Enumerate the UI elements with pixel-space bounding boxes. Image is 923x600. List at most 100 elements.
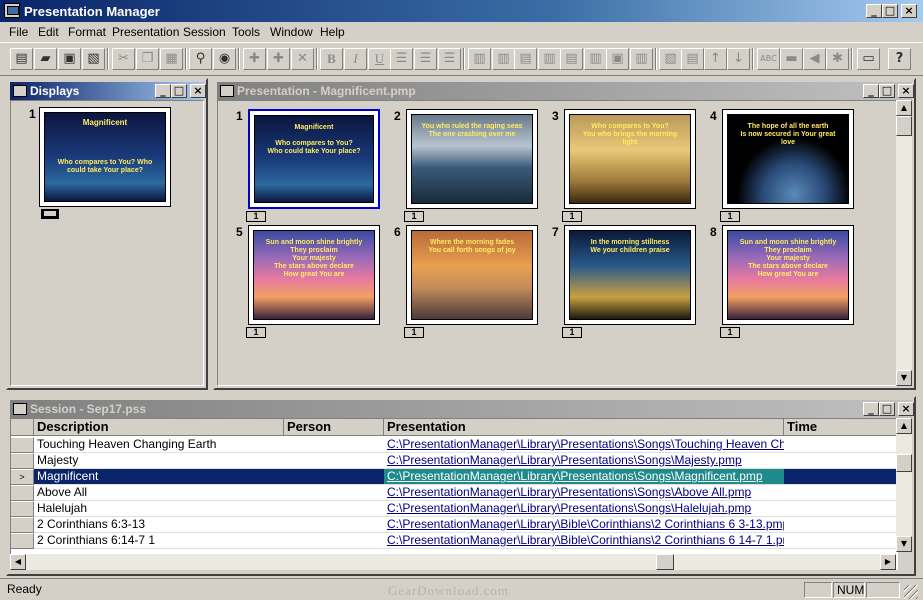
cell-presentation-link[interactable]: C:\PresentationManager\Library\Presentat…	[384, 501, 784, 517]
slide-display-badge[interactable]: 1	[720, 211, 740, 222]
cell-person[interactable]	[284, 501, 384, 517]
monitor-icon[interactable]	[41, 209, 59, 219]
move-down-icon[interactable]: ↓	[727, 48, 750, 70]
slide-display-badge[interactable]: 1	[246, 211, 266, 222]
cell-description[interactable]: Magnificent	[34, 469, 284, 485]
column-header-time[interactable]: Time	[784, 419, 897, 436]
cell-person[interactable]	[284, 469, 384, 485]
session-vertical-scrollbar[interactable]: ▲ ▼	[896, 418, 912, 552]
column-header-person[interactable]: Person	[284, 419, 384, 436]
layout-3-icon[interactable]: ▤	[514, 48, 537, 70]
layout-2-icon[interactable]: ▥	[492, 48, 515, 70]
cell-description[interactable]: 2 Corinthians 6:3-13	[34, 517, 284, 533]
cell-time[interactable]	[784, 533, 897, 549]
slide-thumbnail[interactable]: You who ruled the raging seas The one cr…	[406, 109, 538, 209]
slide-thumbnail[interactable]: Where the morning fades You call forth s…	[406, 225, 538, 325]
align-left-icon[interactable]: ☰	[390, 48, 413, 70]
slide-thumbnail[interactable]: Magnificent Who compares to You? Who cou…	[248, 109, 380, 209]
session-minimize-button[interactable]: _	[863, 402, 879, 416]
slide-display-badge[interactable]: 1	[562, 327, 582, 338]
table-row[interactable]: Halelujah C:\PresentationManager\Library\…	[11, 501, 897, 517]
session-horizontal-scrollbar[interactable]: ◀ ▶	[10, 554, 896, 570]
scroll-up-arrow-icon[interactable]: ▲	[896, 100, 912, 116]
table-row[interactable]: 2 Corinthians 6:14-7 1 C:\PresentationMan…	[11, 533, 897, 549]
displays-window-icon[interactable]	[13, 85, 27, 97]
cell-time[interactable]	[784, 501, 897, 517]
cell-person[interactable]	[284, 453, 384, 469]
cell-presentation-link[interactable]: C:\PresentationManager\Library\Presentat…	[384, 485, 784, 501]
help-icon[interactable]: ?	[888, 48, 911, 70]
presentation-path-link[interactable]: C:\PresentationManager\Library\Presentat…	[387, 469, 763, 483]
table-row[interactable]: > Magnificent C:\PresentationManager\Libra…	[11, 469, 897, 485]
session-close-button[interactable]: ×	[898, 402, 914, 416]
find-icon[interactable]: ⚲	[189, 48, 212, 70]
cell-presentation-link[interactable]: C:\PresentationManager\Library\Presentat…	[384, 453, 784, 469]
underline-icon[interactable]: U	[368, 48, 391, 70]
presentation-path-link[interactable]: C:\PresentationManager\Library\Presentat…	[387, 501, 751, 515]
displays-maximize-button[interactable]: □	[171, 84, 187, 98]
presentation-path-link[interactable]: C:\PresentationManager\Library\Presentat…	[387, 453, 742, 467]
scroll-down-arrow-icon[interactable]: ▼	[896, 370, 912, 386]
presentation-minimize-button[interactable]: _	[863, 84, 879, 98]
presentation-close-button[interactable]: ×	[898, 84, 914, 98]
presentation-path-link[interactable]: C:\PresentationManager\Library\Presentat…	[387, 437, 784, 451]
slide-display-badge[interactable]: 1	[720, 327, 740, 338]
cell-person[interactable]	[284, 485, 384, 501]
add-slide-icon[interactable]: ✚	[243, 48, 266, 70]
session-window-icon[interactable]	[13, 403, 27, 415]
spell-check-icon[interactable]: ABC	[757, 48, 780, 70]
web-icon[interactable]: ◉	[213, 48, 236, 70]
presentation-path-link[interactable]: C:\PresentationManager\Library\Bible\Cor…	[387, 517, 784, 531]
align-right-icon[interactable]: ☰	[438, 48, 461, 70]
slide-display-badge[interactable]: 1	[246, 327, 266, 338]
app-icon[interactable]	[4, 3, 20, 18]
layout-6-icon[interactable]: ▥	[584, 48, 607, 70]
scroll-left-arrow-icon[interactable]: ◀	[10, 554, 26, 570]
menu-session[interactable]: Session	[183, 25, 226, 39]
image-icon[interactable]: ▧	[659, 48, 682, 70]
presentation-maximize-button[interactable]: □	[879, 84, 895, 98]
table-row[interactable]: Touching Heaven Changing Earth C:\Present…	[11, 437, 897, 453]
table-row[interactable]: Majesty C:\PresentationManager\Library\Pr…	[11, 453, 897, 469]
layout-1-icon[interactable]: ▥	[468, 48, 491, 70]
audio-icon[interactable]: ◀	[803, 48, 826, 70]
save-all-icon[interactable]: ▧	[82, 48, 105, 70]
displays-minimize-button[interactable]: _	[155, 84, 171, 98]
scroll-thumb[interactable]	[896, 116, 912, 136]
menu-edit[interactable]: Edit	[38, 25, 59, 39]
cell-time[interactable]	[784, 437, 897, 453]
column-header-presentation[interactable]: Presentation	[384, 419, 784, 436]
display-icon[interactable]: ▭	[857, 48, 880, 70]
keyboard-icon[interactable]: ▬	[780, 48, 803, 70]
move-up-icon[interactable]: ↑	[704, 48, 727, 70]
cell-person[interactable]	[284, 517, 384, 533]
scroll-up-arrow-icon[interactable]: ▲	[896, 418, 912, 434]
cell-time[interactable]	[784, 517, 897, 533]
settings-icon[interactable]: ✱	[826, 48, 849, 70]
cell-description[interactable]: 2 Corinthians 6:14-7 1	[34, 533, 284, 549]
scroll-thumb[interactable]	[896, 454, 912, 472]
cell-presentation-link[interactable]: C:\PresentationManager\Library\Presentat…	[384, 469, 784, 485]
menu-file[interactable]: File	[9, 25, 28, 39]
new-file-icon[interactable]: ▤	[10, 48, 33, 70]
maximize-button[interactable]: □	[882, 4, 898, 18]
displays-close-button[interactable]: ×	[190, 84, 206, 98]
cell-time[interactable]	[784, 485, 897, 501]
cut-icon[interactable]: ✂	[112, 48, 135, 70]
display-preview[interactable]: Magnificent Who compares to You? Who cou…	[39, 107, 171, 207]
cell-description[interactable]: Halelujah	[34, 501, 284, 517]
italic-icon[interactable]: I	[344, 48, 367, 70]
slide-thumbnail[interactable]: Who compares to You? You who brings the …	[564, 109, 696, 209]
copy-icon[interactable]: ❐	[136, 48, 159, 70]
cell-description[interactable]: Touching Heaven Changing Earth	[34, 437, 284, 453]
menu-help[interactable]: Help	[320, 25, 345, 39]
layout-5-icon[interactable]: ▤	[560, 48, 583, 70]
insert-slide-icon[interactable]: ✚	[267, 48, 290, 70]
slide-display-badge[interactable]: 1	[404, 327, 424, 338]
table-row[interactable]: 2 Corinthians 6:3-13 C:\PresentationManag…	[11, 517, 897, 533]
cell-description[interactable]: Above All	[34, 485, 284, 501]
layout-8-icon[interactable]: ▥	[630, 48, 653, 70]
presentation-window-icon[interactable]	[220, 85, 234, 97]
bold-icon[interactable]: B	[320, 48, 343, 70]
menu-tools[interactable]: Tools	[232, 25, 260, 39]
